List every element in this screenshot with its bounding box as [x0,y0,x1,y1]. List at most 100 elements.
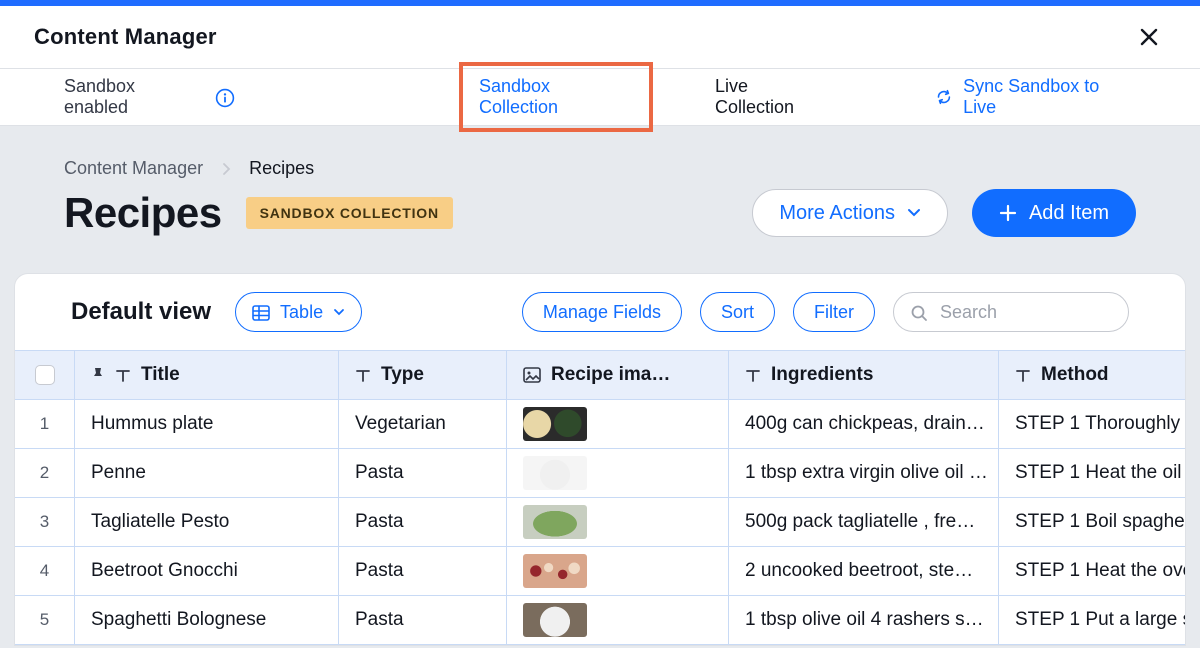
manage-fields-button[interactable]: Manage Fields [522,292,682,332]
close-icon [1138,26,1160,48]
cell-type[interactable]: Vegetarian [339,400,507,448]
cell-method[interactable]: STEP 1 Heat the oil in a f [999,449,1185,497]
image-type-icon [523,364,541,386]
plus-icon [999,202,1017,225]
recipe-thumbnail [523,456,587,490]
table-row[interactable]: 5 Spaghetti Bolognese Pasta 1 tbsp olive… [15,596,1185,645]
cell-title[interactable]: Tagliatelle Pesto [75,498,339,546]
view-mode-label: Table [280,302,323,323]
col-image[interactable]: Recipe ima… [507,351,729,399]
sandbox-status-label: Sandbox enabled [64,76,203,118]
row-index: 3 [15,498,75,546]
recipe-thumbnail [523,554,587,588]
cell-image[interactable] [507,498,729,546]
cell-image[interactable] [507,400,729,448]
cell-image[interactable] [507,596,729,644]
data-grid: Title Type Recipe ima… Ingredients Metho… [15,350,1185,645]
pin-icon [91,364,105,386]
sync-sandbox-link[interactable]: Sync Sandbox to Live [935,76,1136,118]
search-input[interactable] [938,301,1112,324]
col-type[interactable]: Type [339,351,507,399]
search-icon [910,302,928,323]
cell-ingredients[interactable]: 500g pack tagliatelle , fre… [729,498,999,546]
chevron-right-icon [221,158,231,179]
view-name: Default view [71,298,211,326]
cell-title[interactable]: Spaghetti Bolognese [75,596,339,644]
cell-image[interactable] [507,449,729,497]
recipe-thumbnail [523,407,587,441]
row-index: 4 [15,547,75,595]
table-row[interactable]: 3 Tagliatelle Pesto Pasta 500g pack tagl… [15,498,1185,547]
cell-method[interactable]: STEP 1 Thoroughly rinse [999,400,1185,448]
cell-type[interactable]: Pasta [339,547,507,595]
recipe-thumbnail [523,603,587,637]
add-item-button[interactable]: Add Item [972,189,1136,237]
add-item-label: Add Item [1029,202,1109,225]
text-type-icon [115,364,131,386]
app-header: Content Manager [0,6,1200,69]
cell-ingredients[interactable]: 2 uncooked beetroot, ste… [729,547,999,595]
col-title-label: Title [141,364,180,386]
more-actions-label: More Actions [779,202,895,225]
text-type-icon [745,364,761,386]
sandbox-collection-badge: SANDBOX COLLECTION [246,197,453,229]
sync-sandbox-label: Sync Sandbox to Live [963,76,1136,118]
cell-type[interactable]: Pasta [339,498,507,546]
table-row[interactable]: 2 Penne Pasta 1 tbsp extra virgin olive … [15,449,1185,498]
row-index: 2 [15,449,75,497]
subheader: Sandbox enabled Sandbox Collection Live … [0,69,1200,126]
cell-title[interactable]: Beetroot Gnocchi [75,547,339,595]
more-actions-button[interactable]: More Actions [752,189,948,237]
filter-button[interactable]: Filter [793,292,875,332]
row-index: 1 [15,400,75,448]
page-title-row: Recipes SANDBOX COLLECTION More Actions … [10,189,1190,273]
cell-method[interactable]: STEP 1 Heat the oven to [999,547,1185,595]
page-title: Recipes [64,189,222,237]
search-field[interactable] [893,292,1129,332]
col-method-label: Method [1041,364,1109,386]
info-icon[interactable] [215,86,235,107]
cell-ingredients[interactable]: 400g can chickpeas, drain… [729,400,999,448]
text-type-icon [355,364,371,386]
cell-ingredients[interactable]: 1 tbsp extra virgin olive oil … [729,449,999,497]
header-row: Title Type Recipe ima… Ingredients Metho… [15,351,1185,400]
cell-image[interactable] [507,547,729,595]
cell-title[interactable]: Hummus plate [75,400,339,448]
row-index: 5 [15,596,75,644]
app-title: Content Manager [34,24,217,50]
col-method[interactable]: Method [999,351,1185,399]
breadcrumb: Content Manager Recipes [10,158,1190,189]
cell-title[interactable]: Penne [75,449,339,497]
cell-type[interactable]: Pasta [339,596,507,644]
table-row[interactable]: 4 Beetroot Gnocchi Pasta 2 uncooked beet… [15,547,1185,596]
breadcrumb-root[interactable]: Content Manager [64,158,203,179]
chevron-down-icon [333,302,345,323]
text-type-icon [1015,364,1031,386]
view-toolbar: Default view Table Manage Fields Sort Fi… [15,274,1185,350]
cell-ingredients[interactable]: 1 tbsp olive oil 4 rashers s… [729,596,999,644]
cell-method[interactable]: STEP 1 Put a large sauce [999,596,1185,644]
col-type-label: Type [381,364,424,386]
sort-button[interactable]: Sort [700,292,775,332]
checkbox-icon[interactable] [35,365,55,385]
col-ingredients[interactable]: Ingredients [729,351,999,399]
view-mode-selector[interactable]: Table [235,292,362,332]
table-icon [252,302,270,323]
tab-live-collection[interactable]: Live Collection [695,62,851,132]
select-all-header[interactable] [15,351,75,399]
sync-icon [935,88,953,106]
recipe-thumbnail [523,505,587,539]
table-row[interactable]: 1 Hummus plate Vegetarian 400g can chick… [15,400,1185,449]
workspace: Content Manager Recipes Recipes SANDBOX … [0,126,1200,648]
col-image-label: Recipe ima… [551,364,670,386]
col-title[interactable]: Title [75,351,339,399]
sandbox-status: Sandbox enabled [64,76,235,118]
cell-method[interactable]: STEP 1 Boil spaghetti in a [999,498,1185,546]
breadcrumb-current: Recipes [249,158,314,179]
data-card: Default view Table Manage Fields Sort Fi… [14,273,1186,646]
col-ingredients-label: Ingredients [771,364,873,386]
chevron-down-icon [907,202,921,225]
cell-type[interactable]: Pasta [339,449,507,497]
close-button[interactable] [1132,20,1166,54]
tab-sandbox-collection[interactable]: Sandbox Collection [459,62,653,132]
